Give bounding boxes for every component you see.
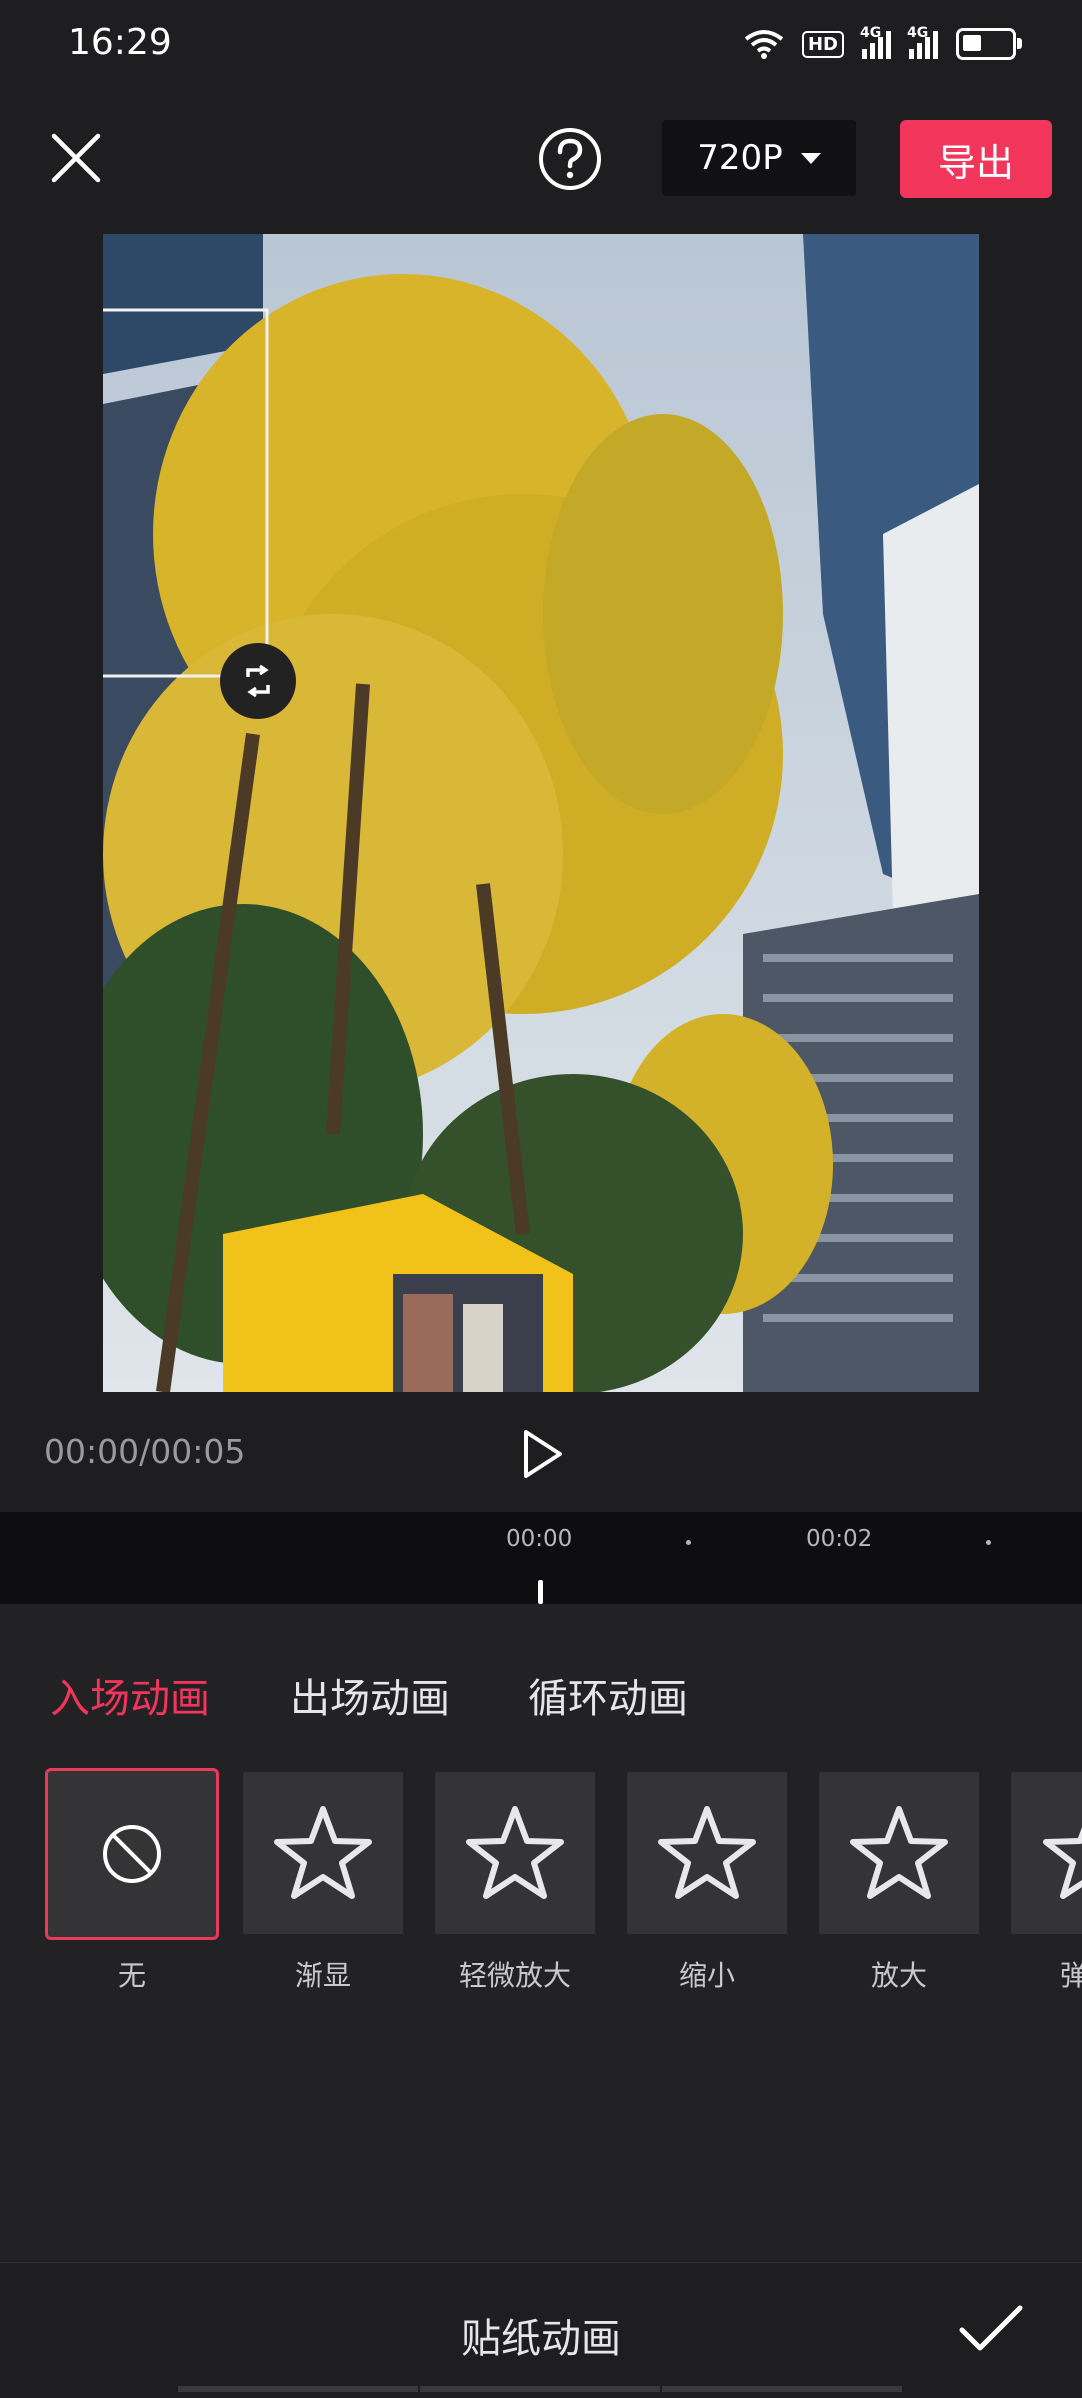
wifi-icon bbox=[744, 30, 784, 59]
animation-option[interactable] bbox=[819, 1772, 979, 1934]
star-icon bbox=[274, 1806, 372, 1899]
none-icon bbox=[103, 1825, 161, 1883]
nav-indicator bbox=[178, 2386, 418, 2392]
animation-option-label: 无 bbox=[117, 1959, 146, 1992]
caret-down-icon bbox=[800, 152, 821, 164]
close-icon[interactable] bbox=[50, 132, 102, 184]
animation-option-label: 弹 bbox=[1060, 1959, 1082, 1992]
nav-indicator bbox=[662, 2386, 902, 2392]
signal-label: 4G bbox=[907, 25, 929, 41]
tab-loop-animation[interactable]: 循环动画 bbox=[528, 1666, 688, 1724]
animation-option-label: 缩小 bbox=[678, 1959, 735, 1992]
tab-exit-animation[interactable]: 出场动画 bbox=[290, 1666, 450, 1724]
status-icons: HD 4G 4G bbox=[744, 25, 1022, 60]
play-icon[interactable] bbox=[518, 1428, 566, 1480]
star-icon bbox=[466, 1806, 564, 1899]
time-display: 00:00/00:05 bbox=[44, 1432, 246, 1471]
animation-option-none[interactable] bbox=[45, 1768, 219, 1940]
animation-option[interactable] bbox=[1011, 1772, 1082, 1934]
tab-enter-animation[interactable]: 入场动画 bbox=[50, 1666, 210, 1724]
signal-label: 4G bbox=[860, 25, 882, 41]
timeline-tick: 00:02 bbox=[806, 1526, 873, 1552]
animation-option-label: 渐显 bbox=[294, 1959, 351, 1992]
nav-indicator bbox=[420, 2386, 660, 2392]
quality-label: 720P bbox=[697, 138, 783, 178]
animation-option[interactable] bbox=[243, 1772, 403, 1934]
confirm-check-icon[interactable] bbox=[958, 2302, 1024, 2354]
animation-option-label: 放大 bbox=[870, 1959, 927, 1992]
signal-icon: 4G bbox=[860, 25, 891, 59]
timeline-tick: 00:00 bbox=[506, 1526, 573, 1552]
rotate-handle-icon[interactable] bbox=[220, 643, 296, 719]
animation-option[interactable] bbox=[627, 1772, 787, 1934]
preview-image bbox=[103, 234, 979, 1392]
hd-icon: HD bbox=[801, 30, 844, 58]
video-preview[interactable] bbox=[103, 234, 979, 1392]
panel-title: 贴纸动画 bbox=[461, 2316, 621, 2362]
timeline-dot bbox=[686, 1540, 691, 1545]
star-icon bbox=[850, 1806, 948, 1899]
signal-icon: 4G bbox=[907, 25, 938, 59]
help-icon[interactable] bbox=[537, 126, 603, 192]
animation-option[interactable] bbox=[435, 1772, 595, 1934]
star-icon bbox=[658, 1806, 756, 1899]
animation-option-label: 轻微放大 bbox=[458, 1959, 571, 1992]
star-icon bbox=[1043, 1827, 1082, 1899]
status-time: 16:29 bbox=[68, 22, 172, 63]
timeline-dot bbox=[986, 1540, 991, 1545]
quality-selector[interactable]: 720P bbox=[662, 120, 856, 196]
battery-icon bbox=[956, 28, 1022, 60]
timeline[interactable]: 00:00 00:02 bbox=[0, 1512, 1082, 1604]
playhead[interactable] bbox=[538, 1580, 543, 1604]
export-button[interactable]: 导出 bbox=[900, 120, 1052, 198]
